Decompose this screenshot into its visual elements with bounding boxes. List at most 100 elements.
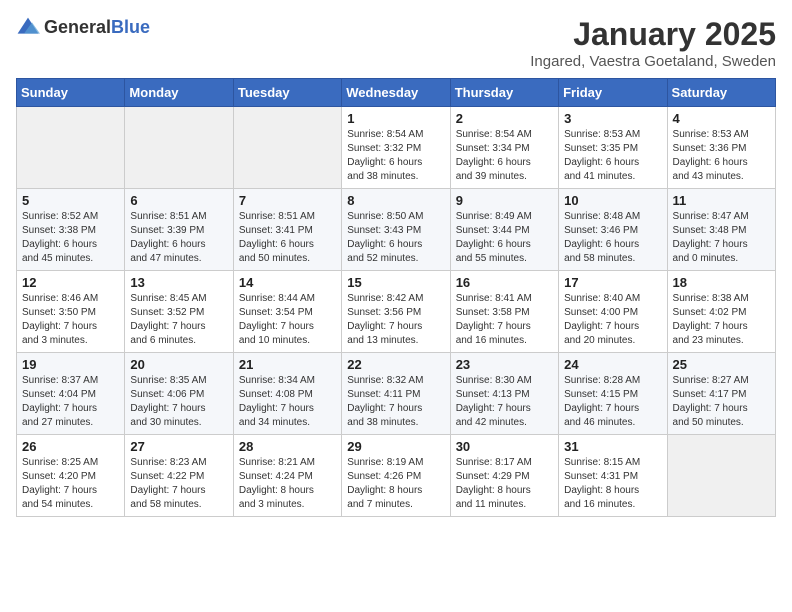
day-number: 1 [347, 111, 444, 126]
calendar-cell: 4 Sunrise: 8:53 AM Sunset: 3:36 PM Daylig… [667, 107, 775, 189]
day-number: 29 [347, 439, 444, 454]
day-info: Sunrise: 8:28 AM Sunset: 4:15 PM Dayligh… [564, 374, 661, 430]
calendar-cell: 21 Sunrise: 8:34 AM Sunset: 4:08 PM Dayli… [233, 353, 341, 435]
weekday-header-tuesday: Tuesday [233, 79, 341, 107]
calendar-cell: 29 Sunrise: 8:19 AM Sunset: 4:26 PM Dayli… [342, 435, 450, 517]
month-title: January 2025 [530, 16, 776, 53]
calendar-cell: 30 Sunrise: 8:17 AM Sunset: 4:29 PM Dayli… [450, 435, 558, 517]
calendar-cell: 17 Sunrise: 8:40 AM Sunset: 4:00 PM Dayli… [559, 271, 667, 353]
day-number: 4 [673, 111, 770, 126]
calendar-cell: 27 Sunrise: 8:23 AM Sunset: 4:22 PM Dayli… [125, 435, 233, 517]
calendar-cell: 31 Sunrise: 8:15 AM Sunset: 4:31 PM Dayli… [559, 435, 667, 517]
location-title: Ingared, Vaestra Goetaland, Sweden [530, 53, 776, 70]
calendar-cell: 22 Sunrise: 8:32 AM Sunset: 4:11 PM Dayli… [342, 353, 450, 435]
logo-icon [16, 16, 40, 40]
day-info: Sunrise: 8:23 AM Sunset: 4:22 PM Dayligh… [130, 456, 227, 512]
day-info: Sunrise: 8:30 AM Sunset: 4:13 PM Dayligh… [456, 374, 553, 430]
day-number: 7 [239, 193, 336, 208]
day-info: Sunrise: 8:51 AM Sunset: 3:41 PM Dayligh… [239, 210, 336, 266]
day-info: Sunrise: 8:49 AM Sunset: 3:44 PM Dayligh… [456, 210, 553, 266]
calendar-cell [17, 107, 125, 189]
day-info: Sunrise: 8:25 AM Sunset: 4:20 PM Dayligh… [22, 456, 119, 512]
day-number: 25 [673, 357, 770, 372]
day-number: 24 [564, 357, 661, 372]
day-number: 19 [22, 357, 119, 372]
calendar-cell: 14Sunrise: 8:44 AM Sunset: 3:54 PM Dayli… [233, 271, 341, 353]
calendar-cell [233, 107, 341, 189]
weekday-header-thursday: Thursday [450, 79, 558, 107]
calendar-table: SundayMondayTuesdayWednesdayThursdayFrid… [16, 78, 776, 517]
day-number: 6 [130, 193, 227, 208]
calendar-cell: 1 Sunrise: 8:54 AM Sunset: 3:32 PM Daylig… [342, 107, 450, 189]
day-number: 26 [22, 439, 119, 454]
calendar-cell: 13 Sunrise: 8:45 AM Sunset: 3:52 PM Dayli… [125, 271, 233, 353]
day-info: Sunrise: 8:46 AM Sunset: 3:50 PM Dayligh… [22, 292, 119, 348]
calendar-cell: 28Sunrise: 8:21 AM Sunset: 4:24 PM Dayli… [233, 435, 341, 517]
weekday-header-wednesday: Wednesday [342, 79, 450, 107]
day-info: Sunrise: 8:48 AM Sunset: 3:46 PM Dayligh… [564, 210, 661, 266]
day-info: Sunrise: 8:54 AM Sunset: 3:34 PM Dayligh… [456, 128, 553, 184]
day-info: Sunrise: 8:53 AM Sunset: 3:36 PM Dayligh… [673, 128, 770, 184]
day-info: Sunrise: 8:52 AM Sunset: 3:38 PM Dayligh… [22, 210, 119, 266]
calendar-cell: 11Sunrise: 8:47 AM Sunset: 3:48 PM Dayli… [667, 189, 775, 271]
day-number: 18 [673, 275, 770, 290]
day-number: 8 [347, 193, 444, 208]
day-info: Sunrise: 8:53 AM Sunset: 3:35 PM Dayligh… [564, 128, 661, 184]
day-number: 16 [456, 275, 553, 290]
day-info: Sunrise: 8:51 AM Sunset: 3:39 PM Dayligh… [130, 210, 227, 266]
weekday-header-sunday: Sunday [17, 79, 125, 107]
day-info: Sunrise: 8:38 AM Sunset: 4:02 PM Dayligh… [673, 292, 770, 348]
logo-text-blue: Blue [111, 17, 150, 37]
logo-text-general: General [44, 17, 111, 37]
day-number: 9 [456, 193, 553, 208]
day-info: Sunrise: 8:19 AM Sunset: 4:26 PM Dayligh… [347, 456, 444, 512]
day-number: 31 [564, 439, 661, 454]
day-number: 27 [130, 439, 227, 454]
calendar-cell: 7 Sunrise: 8:51 AM Sunset: 3:41 PM Daylig… [233, 189, 341, 271]
day-number: 23 [456, 357, 553, 372]
day-number: 10 [564, 193, 661, 208]
weekday-header-row: SundayMondayTuesdayWednesdayThursdayFrid… [17, 79, 776, 107]
day-number: 14 [239, 275, 336, 290]
day-number: 17 [564, 275, 661, 290]
calendar-week-row: 12 Sunrise: 8:46 AM Sunset: 3:50 PM Dayli… [17, 271, 776, 353]
day-info: Sunrise: 8:17 AM Sunset: 4:29 PM Dayligh… [456, 456, 553, 512]
day-info: Sunrise: 8:37 AM Sunset: 4:04 PM Dayligh… [22, 374, 119, 430]
day-info: Sunrise: 8:15 AM Sunset: 4:31 PM Dayligh… [564, 456, 661, 512]
calendar-cell [667, 435, 775, 517]
day-info: Sunrise: 8:21 AM Sunset: 4:24 PM Dayligh… [239, 456, 336, 512]
day-info: Sunrise: 8:54 AM Sunset: 3:32 PM Dayligh… [347, 128, 444, 184]
day-number: 22 [347, 357, 444, 372]
calendar-cell: 6 Sunrise: 8:51 AM Sunset: 3:39 PM Daylig… [125, 189, 233, 271]
day-info: Sunrise: 8:32 AM Sunset: 4:11 PM Dayligh… [347, 374, 444, 430]
day-number: 13 [130, 275, 227, 290]
calendar-week-row: 5Sunrise: 8:52 AM Sunset: 3:38 PM Daylig… [17, 189, 776, 271]
title-area: January 2025 Ingared, Vaestra Goetaland,… [530, 16, 776, 70]
calendar-cell: 25 Sunrise: 8:27 AM Sunset: 4:17 PM Dayli… [667, 353, 775, 435]
day-number: 21 [239, 357, 336, 372]
day-number: 3 [564, 111, 661, 126]
calendar-cell: 3 Sunrise: 8:53 AM Sunset: 3:35 PM Daylig… [559, 107, 667, 189]
calendar-cell: 20Sunrise: 8:35 AM Sunset: 4:06 PM Dayli… [125, 353, 233, 435]
calendar-week-row: 19 Sunrise: 8:37 AM Sunset: 4:04 PM Dayli… [17, 353, 776, 435]
calendar-cell: 12 Sunrise: 8:46 AM Sunset: 3:50 PM Dayli… [17, 271, 125, 353]
calendar-cell: 5Sunrise: 8:52 AM Sunset: 3:38 PM Daylig… [17, 189, 125, 271]
day-info: Sunrise: 8:40 AM Sunset: 4:00 PM Dayligh… [564, 292, 661, 348]
day-info: Sunrise: 8:45 AM Sunset: 3:52 PM Dayligh… [130, 292, 227, 348]
day-number: 30 [456, 439, 553, 454]
calendar-cell: 23 Sunrise: 8:30 AM Sunset: 4:13 PM Dayli… [450, 353, 558, 435]
calendar-cell: 19 Sunrise: 8:37 AM Sunset: 4:04 PM Dayli… [17, 353, 125, 435]
calendar-cell: 15 Sunrise: 8:42 AM Sunset: 3:56 PM Dayli… [342, 271, 450, 353]
day-number: 12 [22, 275, 119, 290]
weekday-header-monday: Monday [125, 79, 233, 107]
weekday-header-friday: Friday [559, 79, 667, 107]
calendar-cell: 26 Sunrise: 8:25 AM Sunset: 4:20 PM Dayli… [17, 435, 125, 517]
calendar-cell: 8 Sunrise: 8:50 AM Sunset: 3:43 PM Daylig… [342, 189, 450, 271]
day-number: 15 [347, 275, 444, 290]
logo: GeneralBlue [16, 16, 150, 40]
day-info: Sunrise: 8:42 AM Sunset: 3:56 PM Dayligh… [347, 292, 444, 348]
day-info: Sunrise: 8:34 AM Sunset: 4:08 PM Dayligh… [239, 374, 336, 430]
day-info: Sunrise: 8:50 AM Sunset: 3:43 PM Dayligh… [347, 210, 444, 266]
calendar-cell [125, 107, 233, 189]
day-info: Sunrise: 8:27 AM Sunset: 4:17 PM Dayligh… [673, 374, 770, 430]
